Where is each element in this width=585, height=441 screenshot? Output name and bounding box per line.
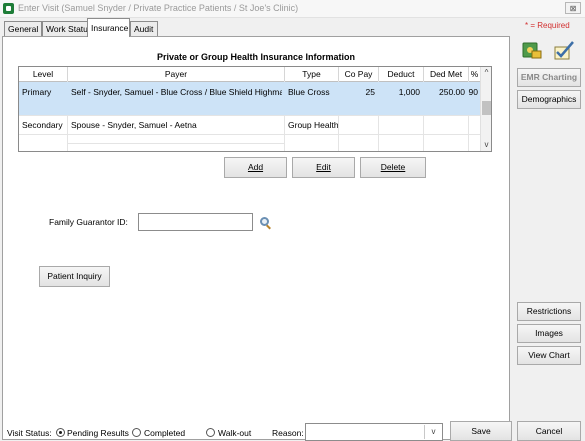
emr-charting-button[interactable]: EMR Charting (517, 68, 581, 87)
section-title: Private or Group Health Insurance Inform… (156, 52, 356, 62)
cell-copay: 25 (365, 87, 375, 97)
edit-button[interactable]: Edit (292, 157, 355, 178)
radio-completed[interactable] (132, 428, 141, 437)
save-button[interactable]: Save (450, 421, 512, 441)
add-button-label: Add (247, 162, 264, 172)
window-title: Enter Visit (Samuel Snyder / Private Pra… (18, 3, 299, 13)
cell-payer: Spouse - Snyder, Samuel - Aetna (71, 120, 197, 130)
insurance-card-icon[interactable] (522, 40, 542, 60)
edit-button-label: Edit (316, 162, 331, 172)
col-level[interactable]: Level (19, 67, 68, 81)
col-type[interactable]: Type (285, 67, 339, 81)
restrictions-button[interactable]: Restrictions (517, 302, 581, 321)
radio-pending-results[interactable] (56, 428, 65, 437)
guarantor-label: Family Guarantor ID: (49, 217, 128, 227)
scroll-up-icon[interactable]: ^ (481, 67, 491, 79)
patient-inquiry-button[interactable]: Patient Inquiry (39, 266, 110, 287)
cell-deduct: 1,000 (398, 87, 420, 97)
reason-label: Reason: (272, 428, 304, 438)
col-payer[interactable]: Payer (68, 67, 285, 81)
cell-payer: Self - Snyder, Samuel - Blue Cross / Blu… (71, 87, 282, 97)
demographics-button[interactable]: Demographics (517, 90, 581, 109)
radio-walk-out[interactable] (206, 428, 215, 437)
completed-label[interactable]: Completed (144, 428, 185, 438)
guarantor-id-input[interactable] (138, 213, 253, 231)
cell-level: Secondary (22, 120, 63, 130)
tab-audit[interactable]: Audit (130, 21, 158, 36)
required-note: * = Required (525, 21, 570, 30)
images-button[interactable]: Images (517, 324, 581, 343)
col-dedmet[interactable]: Ded Met (424, 67, 469, 81)
col-copay[interactable]: Co Pay (339, 67, 379, 81)
grid-header: Level Payer Type Co Pay Deduct Ded Met % (19, 67, 481, 82)
add-button[interactable]: Add (224, 157, 287, 178)
walk-out-label[interactable]: Walk-out (218, 428, 251, 438)
cancel-button[interactable]: Cancel (517, 421, 581, 441)
chevron-down-icon[interactable]: v (424, 425, 442, 439)
edit-checklist-icon[interactable] (553, 40, 575, 60)
row-divider (19, 134, 481, 135)
view-chart-button[interactable]: View Chart (517, 346, 581, 365)
app-icon (3, 3, 14, 14)
row-divider (67, 143, 285, 144)
tab-work-status[interactable]: Work Status (42, 21, 89, 36)
insurance-grid[interactable]: Level Payer Type Co Pay Deduct Ded Met %… (18, 66, 492, 152)
visit-status-label: Visit Status: (7, 428, 52, 438)
cell-level: Primary (22, 87, 52, 97)
cell-dedmet: 250.00 (439, 87, 465, 97)
delete-button-label: Delete (380, 162, 406, 172)
cell-type: Blue Cross (288, 87, 330, 97)
pending-results-label[interactable]: Pending Results (67, 428, 129, 438)
cell-percent: 90 (468, 87, 478, 97)
table-row[interactable]: Primary Self - Snyder, Samuel - Blue Cro… (19, 82, 481, 115)
cell-type: Group Health (288, 120, 338, 130)
close-button[interactable]: ⊠ (565, 2, 581, 14)
scroll-thumb[interactable] (482, 101, 491, 115)
tab-general[interactable]: General (4, 21, 42, 36)
tab-insurance[interactable]: Insurance (87, 18, 130, 37)
delete-button[interactable]: Delete (360, 157, 426, 178)
grid-scrollbar[interactable]: ^ v (480, 67, 491, 151)
scroll-down-icon[interactable]: v (481, 139, 491, 151)
col-deduct[interactable]: Deduct (379, 67, 424, 81)
reason-select[interactable] (305, 423, 443, 441)
table-row[interactable]: Secondary Spouse - Snyder, Samuel - Aetn… (19, 116, 481, 134)
